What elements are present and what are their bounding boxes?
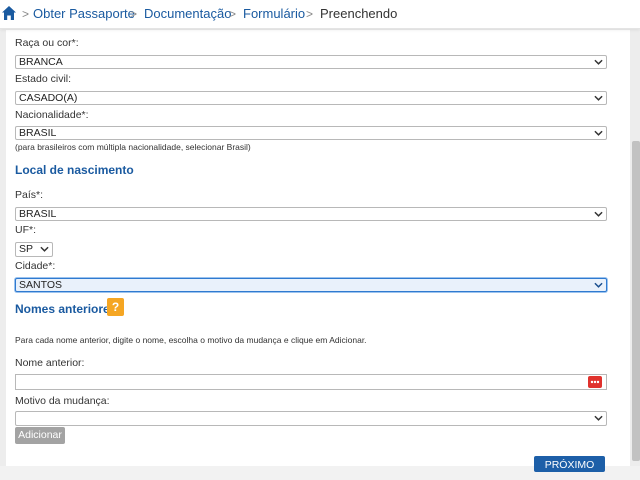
pais-label: País*: [15,189,44,201]
add-button[interactable]: Adicionar [15,427,65,444]
breadcrumb-separator: > [306,7,314,21]
nacionalidade-value: BRASIL [19,127,57,139]
chevron-down-icon [40,246,49,252]
nacionalidade-select[interactable]: BRASIL [15,126,607,140]
raca-label: Raça ou cor*: [15,37,79,49]
home-icon[interactable] [1,5,17,21]
breadcrumb-separator: > [229,7,237,21]
breadcrumb-preenchendo: Preenchendo [320,6,398,21]
uf-value: SP [19,243,34,255]
motivo-select[interactable] [15,411,607,426]
nome-anterior-label: Nome anterior: [15,357,85,369]
breadcrumb-formulario[interactable]: Formulário [243,6,305,22]
chevron-down-icon [594,130,603,136]
chevron-down-icon [594,282,603,288]
help-icon[interactable]: ? [107,298,124,316]
nomes-anteriores-title: Nomes anteriores [15,302,117,316]
next-button[interactable]: PRÓXIMO [534,456,605,472]
breadcrumb-documentacao[interactable]: Documentação [144,6,231,22]
nacionalidade-hint: (para brasileiros com múltipla nacionali… [15,142,251,152]
raca-value: BRANCA [19,56,63,68]
breadcrumb-separator: > [130,7,138,21]
pais-value: BRASIL [19,208,57,220]
estado-civil-label: Estado civil: [15,73,72,85]
chevron-down-icon [594,95,603,101]
nomes-anteriores-instructions: Para cada nome anterior, digite o nome, … [15,335,367,345]
cidade-value: SANTOS [19,279,62,291]
scrollbar-thumb[interactable] [632,141,640,461]
estado-civil-select[interactable]: CASADO(A) [15,91,607,105]
chevron-down-icon [594,415,603,421]
pais-select[interactable]: BRASIL [15,207,607,221]
chevron-down-icon [594,59,603,65]
password-manager-icon[interactable] [588,376,602,388]
raca-select[interactable]: BRANCA [15,55,607,69]
nome-anterior-input[interactable] [15,374,607,390]
breadcrumb-separator: > [22,7,30,21]
cidade-label: Cidade*: [15,260,56,272]
breadcrumb-obter-passaporte[interactable]: Obter Passaporte [33,6,135,22]
cidade-select[interactable]: SANTOS [15,278,607,292]
local-nascimento-title: Local de nascimento [15,163,134,177]
nacionalidade-label: Nacionalidade*: [15,109,89,121]
breadcrumb: > Obter Passaporte > Documentação > Form… [0,0,640,29]
estado-civil-value: CASADO(A) [19,92,78,104]
uf-select[interactable]: SP [15,242,53,257]
chevron-down-icon [594,211,603,217]
motivo-label: Motivo da mudança: [15,395,110,407]
uf-label: UF*: [15,224,36,236]
